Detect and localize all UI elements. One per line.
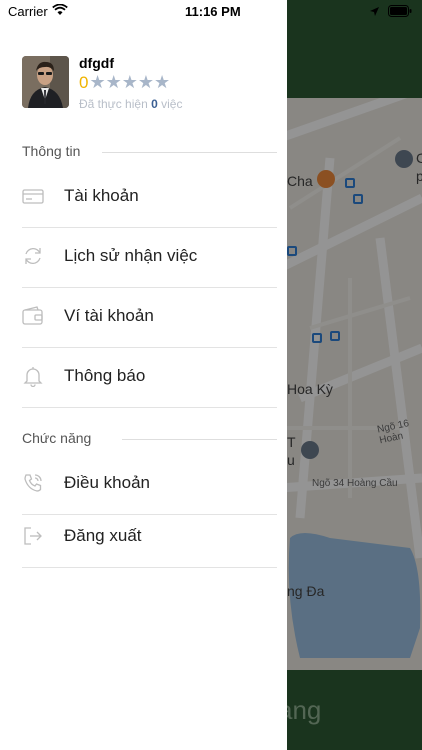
- menu-item-label: Điều khoản: [64, 473, 151, 492]
- rating-stars-icon: ★★★★★: [89, 72, 171, 92]
- jobs-suffix: việc: [161, 97, 183, 111]
- menu-item-label: Ví tài khoản: [64, 306, 154, 325]
- jobs-done-text: Đã thực hiện 0 việc: [79, 97, 182, 111]
- phone-call-icon: [22, 472, 44, 494]
- menu-item-label: Thông báo: [64, 366, 146, 385]
- credit-card-icon: [22, 185, 44, 207]
- location-arrow-icon: [369, 5, 380, 20]
- menu-item-notifications[interactable]: Thông báo: [22, 348, 277, 408]
- menu-item-job-history[interactable]: Lịch sử nhận việc: [22, 228, 277, 288]
- menu-item-logout[interactable]: Đăng xuất: [22, 508, 277, 568]
- carrier-label: Carrier: [8, 4, 48, 19]
- menu-item-label: Lịch sử nhận việc: [64, 246, 198, 265]
- section-info-title: Thông tin: [22, 143, 85, 159]
- section-function-title: Chức năng: [22, 430, 96, 446]
- profile-header[interactable]: dfgdf 0 ★★★★★ Đã thực hiện 0 việc: [22, 55, 282, 115]
- section-info-header: Thông tin: [22, 143, 277, 163]
- menu-item-terms[interactable]: Điều khoản: [22, 455, 277, 515]
- status-bar: Carrier 11:16 PM: [0, 0, 422, 24]
- side-drawer: dfgdf 0 ★★★★★ Đã thực hiện 0 việc Thông …: [0, 0, 287, 750]
- jobs-count: 0: [151, 97, 158, 111]
- section-function-header: Chức năng: [22, 430, 277, 450]
- wifi-icon: [52, 3, 68, 19]
- menu-item-account[interactable]: Tài khoản: [22, 168, 277, 228]
- rating-value: 0: [79, 72, 89, 92]
- divider: [122, 439, 277, 440]
- menu-item-label: Tài khoản: [64, 186, 139, 205]
- menu-item-label: Đăng xuất: [64, 526, 142, 545]
- jobs-prefix: Đã thực hiện: [79, 97, 148, 111]
- divider: [102, 152, 277, 153]
- battery-icon: [388, 5, 412, 20]
- wallet-icon: [22, 305, 44, 327]
- refresh-icon: [22, 245, 44, 267]
- avatar: [22, 56, 69, 108]
- menu-item-wallet[interactable]: Ví tài khoản: [22, 288, 277, 348]
- status-time: 11:16 PM: [185, 4, 241, 19]
- profile-username: dfgdf: [79, 55, 114, 71]
- logout-icon: [22, 525, 44, 547]
- bell-icon: [22, 365, 44, 388]
- profile-rating: 0 ★★★★★: [79, 72, 170, 93]
